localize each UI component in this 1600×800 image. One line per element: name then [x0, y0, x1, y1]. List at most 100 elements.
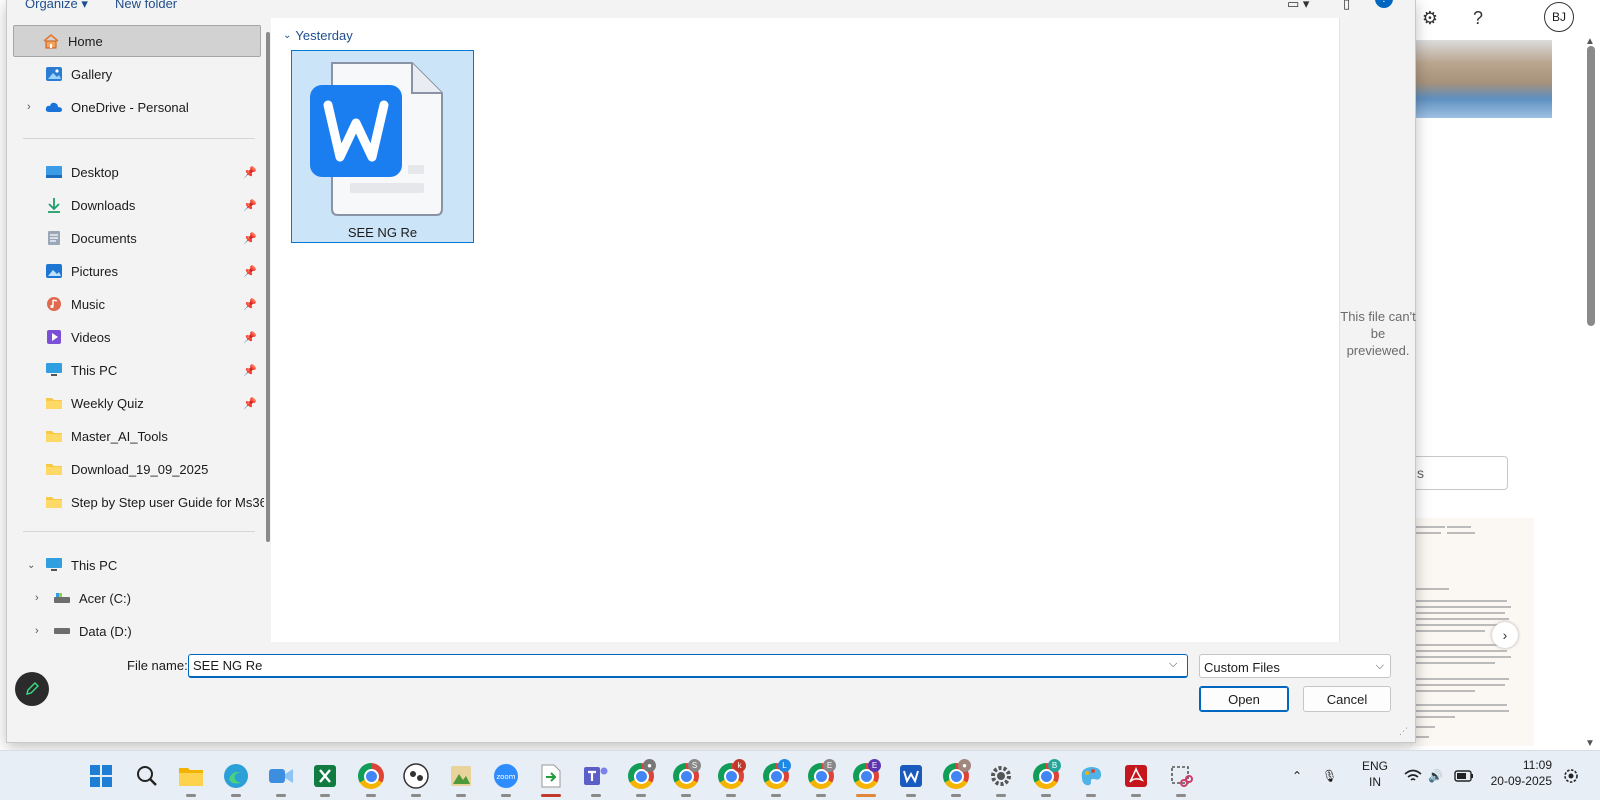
nav-item-documents[interactable]: Documents 📌	[13, 222, 261, 254]
help-question-icon[interactable]: ?	[1464, 4, 1492, 32]
chevron-down-icon[interactable]: ⌄	[27, 560, 35, 571]
pen-edit-icon[interactable]	[15, 672, 49, 706]
documents-icon	[45, 230, 63, 246]
new-folder-button[interactable]: New folder	[115, 0, 177, 11]
nav-label-pictures: Pictures	[71, 263, 118, 279]
nav-item-master-ai-tools[interactable]: Master_AI_Tools	[13, 420, 261, 452]
notification-settings-icon[interactable]	[1562, 751, 1580, 800]
wifi-icon[interactable]	[1404, 751, 1422, 800]
help-label: ?	[1381, 0, 1387, 5]
onedrive-icon	[45, 99, 63, 115]
nav-item-pictures[interactable]: Pictures 📌	[13, 255, 261, 287]
file-name-label: SEE NG Re	[347, 225, 418, 240]
chrome-profile-photo-icon[interactable]: ●	[939, 759, 973, 797]
nav-item-downloads[interactable]: Downloads 📌	[13, 189, 261, 221]
file-explorer-icon[interactable]	[174, 759, 208, 797]
chevron-right-icon[interactable]: ›	[35, 592, 39, 604]
battery-icon[interactable]	[1454, 751, 1474, 800]
teams-icon[interactable]	[579, 759, 613, 797]
background-search-input[interactable]: s	[1400, 456, 1508, 490]
file-type-select[interactable]: Custom Files ⌵	[1199, 654, 1391, 678]
settings-icon[interactable]	[984, 759, 1018, 797]
scroll-down-arrow-icon[interactable]: ▼	[1585, 738, 1595, 749]
nav-item-step-by-step-guide[interactable]: Step by Step user Guide for Ms365	[13, 486, 264, 518]
nav-item-weekly-quiz[interactable]: Weekly Quiz 📌	[13, 387, 261, 419]
show-hidden-icons-icon[interactable]: ⌃	[1292, 751, 1302, 800]
chrome-icon[interactable]	[354, 759, 388, 797]
chrome-profile-icon[interactable]: ●	[624, 759, 658, 797]
nav-label-home: Home	[68, 33, 103, 49]
chrome-profile-k-icon[interactable]: k	[714, 759, 748, 797]
preview-pane-icon[interactable]: ▯	[1343, 0, 1350, 12]
search-fragment: s	[1417, 465, 1424, 481]
paint-icon[interactable]	[1074, 759, 1108, 797]
nav-item-download-19-09-2025[interactable]: Download_19_09_2025	[13, 453, 261, 485]
nav-item-this-pc[interactable]: ⌄ This PC	[13, 549, 261, 581]
microphone-location-icon[interactable]: 🎙	[1322, 751, 1337, 800]
search-icon[interactable]	[130, 759, 164, 793]
meet-icon[interactable]	[264, 759, 298, 797]
chevron-right-icon[interactable]: ›	[35, 625, 39, 637]
volume-icon[interactable]: 🔊	[1428, 751, 1443, 800]
nav-item-acer-c[interactable]: › Acer (C:)	[13, 582, 261, 614]
pictures-icon	[45, 263, 63, 279]
zoom-icon[interactable]: zoom	[489, 759, 523, 797]
nav-label-desktop: Desktop	[71, 164, 119, 180]
app-launcher-icon[interactable]	[534, 759, 568, 797]
open-button[interactable]: Open	[1199, 686, 1289, 712]
help-icon[interactable]: ?	[1375, 0, 1393, 8]
group-header-yesterday[interactable]: ⌄ Yesterday	[283, 28, 353, 43]
chrome-profile-icon[interactable]	[399, 759, 433, 797]
nav-scrollbar-thumb[interactable]	[266, 32, 270, 542]
drive-icon	[53, 590, 71, 606]
excel-icon[interactable]	[308, 759, 342, 797]
nav-label-weekly-quiz: Weekly Quiz	[71, 395, 144, 411]
word-icon[interactable]	[894, 759, 928, 797]
nav-item-music[interactable]: Music 📌	[13, 288, 261, 320]
chrome-profile-l-icon[interactable]: L	[759, 759, 793, 797]
system-clock[interactable]: 11:09 20-09-2025	[1482, 757, 1552, 789]
nav-item-videos[interactable]: Videos 📌	[13, 321, 261, 353]
dialog-footer: File name: ⌵ Custom Files ⌵ Open Cancel …	[7, 642, 1415, 742]
open-file-dialog: Organize ▾ New folder ▭ ▾ ▯ ? Home Galle…	[6, 0, 1416, 743]
nav-item-home[interactable]: Home	[13, 25, 261, 57]
snipping-tool-icon[interactable]	[1164, 759, 1198, 797]
photo-editor-icon[interactable]	[444, 759, 478, 797]
edge-icon[interactable]	[219, 759, 253, 797]
nav-item-onedrive[interactable]: › OneDrive - Personal	[13, 91, 261, 123]
scrollbar-thumb[interactable]	[1587, 46, 1595, 326]
cancel-button[interactable]: Cancel	[1303, 686, 1391, 712]
nav-divider	[23, 138, 255, 139]
folder-icon	[45, 395, 63, 411]
file-list-pane[interactable]: ⌄ Yesterday SEE NG Re	[271, 18, 1339, 642]
nav-label-gallery: Gallery	[71, 66, 113, 82]
file-name-label: File name:	[127, 658, 188, 673]
folder-icon	[45, 461, 63, 477]
chrome-profile-s-icon[interactable]: S	[669, 759, 703, 797]
nav-item-gallery[interactable]: Gallery	[13, 58, 261, 90]
start-button[interactable]	[84, 759, 118, 793]
organize-button[interactable]: Organize ▾	[25, 0, 88, 12]
chevron-right-icon[interactable]: ›	[27, 101, 31, 113]
nav-item-this-pc-pinned[interactable]: This PC 📌	[13, 354, 261, 386]
background-scrollbar[interactable]: ▲ ▼	[1585, 36, 1596, 750]
chrome-profile-b-icon[interactable]: B	[1029, 759, 1063, 797]
chevron-right-icon[interactable]: ›	[1492, 622, 1518, 648]
file-item-see-ng-re[interactable]: SEE NG Re	[291, 50, 474, 243]
nav-item-desktop[interactable]: Desktop 📌	[13, 156, 261, 188]
acrobat-icon[interactable]	[1119, 759, 1153, 797]
avatar[interactable]: BJ	[1544, 2, 1574, 32]
language-indicator[interactable]: ENG IN	[1362, 758, 1388, 790]
pin-icon: 📌	[243, 397, 257, 410]
resize-grip-icon[interactable]: ⋰	[1399, 726, 1408, 737]
profile-badge-e-active: E	[868, 759, 881, 772]
chrome-profile-e-active-icon[interactable]: E	[849, 759, 883, 797]
file-name-input[interactable]	[188, 654, 1188, 678]
chevron-down-icon[interactable]: ⌵	[1169, 658, 1177, 671]
drive-icon	[53, 623, 71, 639]
chrome-profile-e-icon[interactable]: E	[804, 759, 838, 797]
settings-gear-icon[interactable]: ⚙	[1416, 4, 1444, 32]
nav-label-step-by-step-guide: Step by Step user Guide for Ms365	[71, 494, 264, 510]
view-options-icon[interactable]: ▭ ▾	[1287, 0, 1309, 12]
profile-badge-photo: ●	[958, 759, 971, 772]
